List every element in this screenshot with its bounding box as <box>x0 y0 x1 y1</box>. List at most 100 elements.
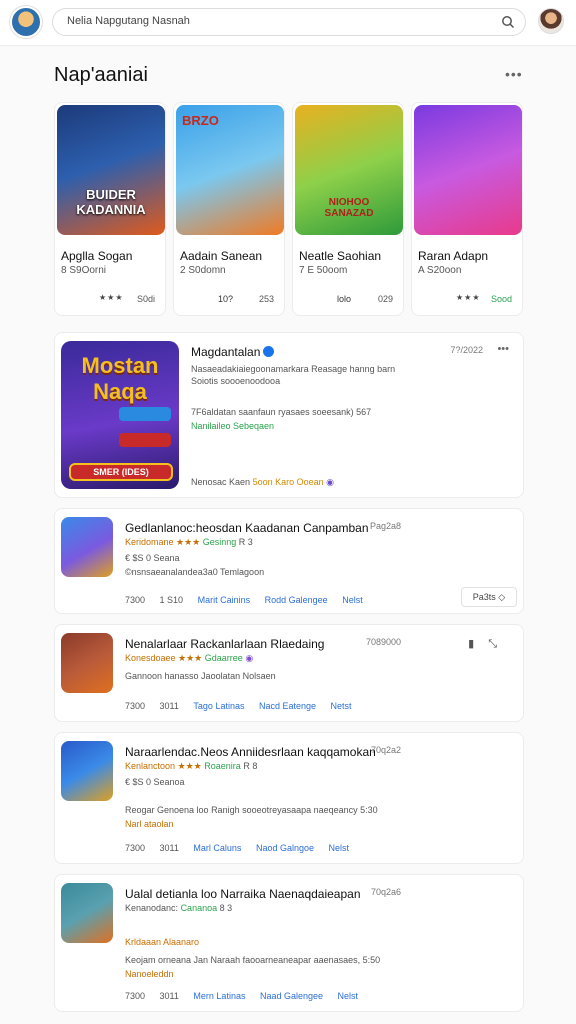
featured-link[interactable]: Nanilaileo Sebeqaen <box>191 421 274 431</box>
item-link[interactable]: Naod Galngoe <box>256 843 314 853</box>
game-title: Aadain Sanean <box>180 249 263 263</box>
item-link[interactable]: Mern Latinas <box>193 991 245 1001</box>
item-footer: 7300 3011 Tago Latinas Nacd Eatenge Nets… <box>125 701 352 711</box>
game-subtitle: 2 S0domn <box>180 265 226 276</box>
item-link[interactable]: Nelst <box>342 595 363 605</box>
item-count: R 8 <box>243 761 258 771</box>
item-date: 7089000 <box>365 637 401 647</box>
list-item[interactable]: Nenalarlaar Rackanlarlaan Rlaedaing 7089… <box>54 624 524 722</box>
game-meta-left: lolo <box>337 294 352 304</box>
item-link[interactable]: Marit Cainins <box>198 595 251 605</box>
game-art: NIOHOO SANAZAD <box>295 105 403 235</box>
search-input[interactable] <box>67 15 487 27</box>
list-item[interactable]: Naraarlendac.Neos Anniidesrlaan kaqqamok… <box>54 732 524 864</box>
section-more-icon[interactable]: ••• <box>505 66 523 82</box>
item-status: Gdaarree <box>204 653 243 663</box>
game-meta: S0di <box>136 294 155 304</box>
game-rating: ★★★ <box>456 293 481 302</box>
item-thumbnail <box>61 741 113 801</box>
search-bar[interactable] <box>52 8 526 36</box>
search-icon[interactable] <box>501 15 515 29</box>
featured-footer-c: Karo Ooean <box>275 477 324 487</box>
item-action-button[interactable]: Pa3ts ◇ <box>461 587 517 607</box>
item-link[interactable]: Rodd Galengee <box>265 595 328 605</box>
game-card[interactable]: Raran Adapn A S20oon ★★★ Sood <box>411 102 523 316</box>
featured-more-icon[interactable]: ••• <box>497 343 509 355</box>
game-meta: 029 <box>377 294 393 304</box>
item-rating-row: Kenanodanc: Cananoa 8 3 <box>125 903 232 913</box>
game-subtitle: 8 S9Oorni <box>61 265 107 276</box>
item-footer: 7300 1 S10 Marit Cainins Rodd Galengee N… <box>125 595 363 605</box>
item-link[interactable]: Nanoeleddn <box>125 969 174 979</box>
item-date: 70q2a2 <box>370 745 401 755</box>
game-card[interactable]: BUIDER KADANNIA Apglla Sogan 8 S9Oorni ★… <box>54 102 166 316</box>
list-item[interactable]: Ualal detianla loo Narraika Naenaqdaieap… <box>54 874 524 1012</box>
item-rating-row: Konesdoaee ★★★ Gdaarree ◉ <box>125 653 253 664</box>
game-art-title: NIOHOO SANAZAD <box>324 197 374 219</box>
item-status: Roaenira <box>204 761 241 771</box>
item-description: Reogar Genoena loo Ranigh sooeotreyasaap… <box>125 805 378 815</box>
item-link[interactable]: Nelst <box>338 991 359 1001</box>
featured-details: 7F6aldatan saanfaun ryasaes soeesank) 56… <box>191 407 372 417</box>
item-link[interactable]: Narl ataolan <box>125 819 174 829</box>
item-link[interactable]: Tago Latinas <box>193 701 244 711</box>
item-status: Cananoa <box>180 903 218 913</box>
item-link[interactable]: Nacd Eatenge <box>259 701 316 711</box>
item-link[interactable]: Netst <box>331 701 352 711</box>
game-art-title: BRZO <box>182 113 219 128</box>
top-bar <box>0 0 576 46</box>
item-stat: 1 S10 <box>159 595 184 605</box>
item-date: 70q2a6 <box>370 887 401 897</box>
item-stat: 7300 <box>125 991 146 1001</box>
item-footer: 7300 3011 Mern Latinas Naad Galengee Nel… <box>125 991 358 1001</box>
item-category: Konesdoaee ★★★ <box>125 653 203 663</box>
list-item[interactable]: Gedlanlanoc:heosdan Kaadanan Canpamban P… <box>54 508 524 614</box>
featured-art-button <box>119 407 171 421</box>
featured-art-button <box>119 433 171 447</box>
section-title: Nap'aaniai <box>54 64 148 86</box>
game-card[interactable]: NIOHOO SANAZAD Neatle Saohian 7 E 50oom … <box>292 102 404 316</box>
featured-footer-a: Nenosac Kaen <box>191 477 251 487</box>
item-link[interactable]: Marl Caluns <box>193 843 241 853</box>
item-date: Pag2a8 <box>369 521 401 531</box>
verified-icon <box>263 346 275 357</box>
item-count: R 3 <box>238 537 253 547</box>
item-rating-row: Kenlanctoon ★★★ Roaenira R 8 <box>125 761 257 772</box>
item-icons[interactable]: ▮⤡ <box>468 637 511 651</box>
item-thumbnail <box>61 633 113 693</box>
item-stat: 7300 <box>125 701 146 711</box>
game-meta-left: 10? <box>218 294 234 304</box>
item-description: Keojam orneana Jan Naraah faooarneaneapa… <box>125 955 381 965</box>
badge-icon: ◉ <box>326 477 335 487</box>
featured-art: Mostan Naqa SMER (IDES) <box>61 341 179 489</box>
user-avatar[interactable] <box>538 8 564 34</box>
app-logo[interactable] <box>10 6 42 38</box>
item-thumbnail <box>61 883 113 943</box>
item-thumbnail <box>61 517 113 577</box>
game-art-title: BUIDER KADANNIA <box>76 187 146 217</box>
featured-art-title: Mostan Naqa <box>81 353 159 404</box>
item-title: Nenalarlaar Rackanlarlaan Rlaedaing <box>125 637 325 651</box>
item-link[interactable]: Nelst <box>329 843 350 853</box>
game-card[interactable]: BRZO Aadain Sanean 2 S0domn 10? 253 <box>173 102 285 316</box>
item-footer: 7300 3011 Marl Caluns Naod Galngoe Nelst <box>125 843 349 853</box>
game-rating: ★★★ <box>99 293 124 302</box>
item-price: € $S 0 Seana <box>125 553 180 563</box>
game-title: Apglla Sogan <box>61 249 133 263</box>
game-art <box>414 105 522 235</box>
item-tags: ©nsnsaeanalandea3a0 Temlagoon <box>125 567 265 577</box>
bar-chart-icon[interactable]: ▮ <box>468 638 488 650</box>
featured-game[interactable]: Mostan Naqa SMER (IDES) Magdantalan 7?/2… <box>54 332 524 498</box>
game-meta: Sood <box>490 294 512 304</box>
featured-cards: BUIDER KADANNIA Apglla Sogan 8 S9Oorni ★… <box>54 102 524 316</box>
item-title: Naraarlendac.Neos Anniidesrlaan kaqqamok… <box>125 745 376 759</box>
share-icon[interactable]: ⤡ <box>488 638 511 650</box>
featured-footer: Nenosac Kaen 5oon Karo Ooean ◉ <box>191 477 334 488</box>
item-link[interactable]: Naad Galengee <box>260 991 323 1001</box>
item-stat: 7300 <box>125 843 146 853</box>
game-meta: 253 <box>258 294 274 304</box>
item-title: Ualal detianla loo Narraika Naenaqdaieap… <box>125 887 361 901</box>
featured-name-text: Magdantalan <box>191 345 261 359</box>
item-action-label: Pa3ts <box>472 592 496 602</box>
game-title: Neatle Saohian <box>299 249 382 263</box>
